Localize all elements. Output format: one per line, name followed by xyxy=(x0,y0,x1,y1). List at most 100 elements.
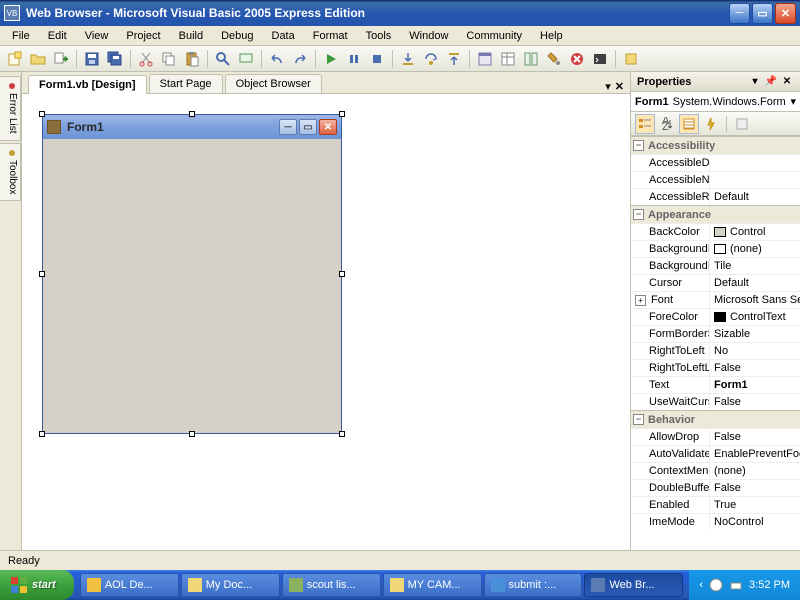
property-row[interactable]: FormBorderStyleSizable xyxy=(631,325,800,342)
property-value[interactable]: False xyxy=(709,429,800,445)
save-all-button[interactable] xyxy=(104,48,126,70)
menu-view[interactable]: View xyxy=(77,28,117,44)
property-row[interactable]: CursorDefault xyxy=(631,274,800,291)
property-row[interactable]: AllowDropFalse xyxy=(631,428,800,445)
start-debug-button[interactable] xyxy=(320,48,342,70)
property-category[interactable]: −Behavior xyxy=(631,410,800,428)
step-out-button[interactable] xyxy=(443,48,465,70)
property-pages-button[interactable] xyxy=(732,114,752,134)
form-designer[interactable]: Form1 ─ ▭ ✕ xyxy=(42,114,342,434)
maximize-button[interactable]: ▭ xyxy=(752,3,773,24)
property-row[interactable]: BackColorControl xyxy=(631,223,800,240)
property-value[interactable] xyxy=(709,155,800,171)
properties-window-button[interactable] xyxy=(497,48,519,70)
sidebar-tab-error-list[interactable]: Error List xyxy=(0,76,21,141)
property-row[interactable]: BackgroundImageLayoutTile xyxy=(631,257,800,274)
tray-clock[interactable]: 3:52 PM xyxy=(749,579,790,591)
property-value[interactable] xyxy=(709,172,800,188)
menu-build[interactable]: Build xyxy=(171,28,211,44)
form-client-area[interactable] xyxy=(43,139,341,433)
property-category[interactable]: −Appearance xyxy=(631,205,800,223)
property-value[interactable]: Control xyxy=(709,224,800,240)
menu-data[interactable]: Data xyxy=(264,28,303,44)
tray-network-icon[interactable] xyxy=(729,578,743,592)
properties-dropdown-button[interactable]: ▾ xyxy=(748,75,762,89)
property-row[interactable]: ContextMenuStrip(none) xyxy=(631,462,800,479)
document-tab[interactable]: Object Browser xyxy=(225,74,322,93)
property-row[interactable]: EnabledTrue xyxy=(631,496,800,513)
menu-project[interactable]: Project xyxy=(118,28,168,44)
solution-explorer-button[interactable] xyxy=(474,48,496,70)
properties-close-button[interactable]: ✕ xyxy=(780,75,794,89)
expand-collapse-icon[interactable]: − xyxy=(633,209,644,220)
property-row[interactable]: TextForm1 xyxy=(631,376,800,393)
resize-handle-nw[interactable] xyxy=(39,111,45,117)
property-value[interactable]: Microsoft Sans Serif xyxy=(709,292,800,308)
add-item-button[interactable] xyxy=(50,48,72,70)
close-button[interactable]: ✕ xyxy=(775,3,796,24)
system-tray[interactable]: ‹ 3:52 PM xyxy=(689,570,800,600)
property-row[interactable]: FontMicrosoft Sans Serif xyxy=(631,291,800,308)
taskbar-item[interactable]: Web Br... xyxy=(584,573,683,597)
property-category[interactable]: −Accessibility xyxy=(631,136,800,154)
property-row[interactable]: AutoValidateEnablePreventFocusChange xyxy=(631,445,800,462)
property-row[interactable]: RightToLeftLayoutFalse xyxy=(631,359,800,376)
break-button[interactable] xyxy=(343,48,365,70)
property-value[interactable]: (none) xyxy=(709,463,800,479)
property-value[interactable]: Sizable xyxy=(709,326,800,342)
property-value[interactable]: Form1 xyxy=(709,377,800,393)
property-row[interactable]: AccessibleName xyxy=(631,171,800,188)
menu-debug[interactable]: Debug xyxy=(213,28,261,44)
paste-button[interactable] xyxy=(181,48,203,70)
menu-format[interactable]: Format xyxy=(305,28,356,44)
expand-collapse-icon[interactable]: − xyxy=(633,140,644,151)
sidebar-tab-toolbox[interactable]: Toolbox xyxy=(0,143,21,201)
resize-handle-w[interactable] xyxy=(39,271,45,277)
cut-button[interactable] xyxy=(135,48,157,70)
property-row[interactable]: AccessibleRoleDefault xyxy=(631,188,800,205)
property-value[interactable]: Default xyxy=(709,189,800,205)
start-button[interactable]: start xyxy=(0,570,74,600)
copy-button[interactable] xyxy=(158,48,180,70)
property-row[interactable]: UseWaitCursorFalse xyxy=(631,393,800,410)
menu-file[interactable]: File xyxy=(4,28,38,44)
object-browser-button[interactable] xyxy=(520,48,542,70)
tab-close-button[interactable]: ✕ xyxy=(615,80,624,93)
property-value[interactable]: EnablePreventFocusChange xyxy=(709,446,800,462)
toolbox-button[interactable] xyxy=(543,48,565,70)
find-button[interactable] xyxy=(212,48,234,70)
menu-edit[interactable]: Edit xyxy=(40,28,75,44)
property-row[interactable]: AccessibleDescription xyxy=(631,154,800,171)
property-value[interactable]: False xyxy=(709,360,800,376)
categorized-button[interactable] xyxy=(635,114,655,134)
menu-help[interactable]: Help xyxy=(532,28,571,44)
stop-button[interactable] xyxy=(366,48,388,70)
taskbar-item[interactable]: submit :... xyxy=(484,573,583,597)
property-row[interactable]: RightToLeftNo xyxy=(631,342,800,359)
taskbar-item[interactable]: scout lis... xyxy=(282,573,381,597)
step-into-button[interactable] xyxy=(397,48,419,70)
alphabetical-button[interactable]: AZ xyxy=(657,114,677,134)
tray-arrow-icon[interactable]: ‹ xyxy=(699,579,703,591)
save-button[interactable] xyxy=(81,48,103,70)
property-row[interactable]: BackgroundImage(none) xyxy=(631,240,800,257)
property-value[interactable]: Default xyxy=(709,275,800,291)
resize-handle-s[interactable] xyxy=(189,431,195,437)
resize-handle-se[interactable] xyxy=(339,431,345,437)
open-button[interactable] xyxy=(27,48,49,70)
tray-volume-icon[interactable] xyxy=(709,578,723,592)
events-button[interactable] xyxy=(701,114,721,134)
taskbar-item[interactable]: MY CAM... xyxy=(383,573,482,597)
properties-pin-button[interactable]: 📌 xyxy=(764,75,778,89)
properties-grid[interactable]: −AccessibilityAccessibleDescriptionAcces… xyxy=(631,136,800,550)
minimize-button[interactable]: ─ xyxy=(729,3,750,24)
error-list-button[interactable] xyxy=(566,48,588,70)
property-value[interactable]: NoControl xyxy=(709,514,800,530)
property-value[interactable]: (none) xyxy=(709,241,800,257)
resize-handle-ne[interactable] xyxy=(339,111,345,117)
resize-handle-sw[interactable] xyxy=(39,431,45,437)
menu-tools[interactable]: Tools xyxy=(358,28,400,44)
menu-window[interactable]: Window xyxy=(401,28,456,44)
properties-button[interactable] xyxy=(679,114,699,134)
menu-community[interactable]: Community xyxy=(458,28,530,44)
